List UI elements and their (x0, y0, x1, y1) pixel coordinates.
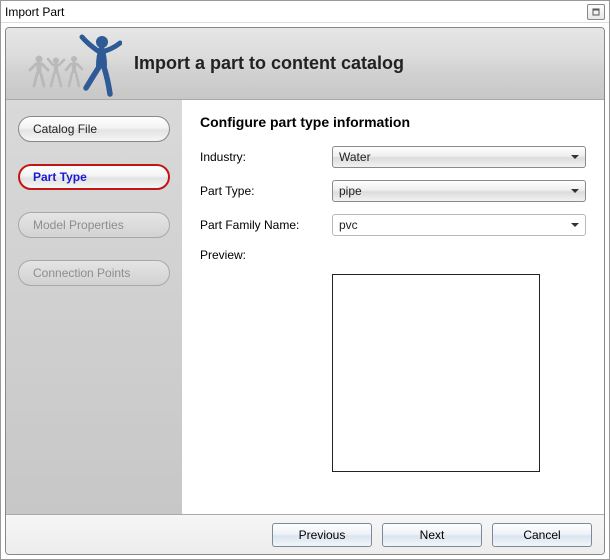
part-family-dropdown[interactable]: pvc (332, 214, 586, 236)
wizard-nav: Catalog File Part Type Model Properties … (6, 100, 182, 514)
import-part-window: Import Part (0, 0, 610, 560)
nav-step-label: Connection Points (33, 266, 130, 280)
part-type-dropdown[interactable]: pipe (332, 180, 586, 202)
main-panel: Configure part type information Industry… (182, 100, 604, 514)
industry-value: Water (339, 150, 567, 164)
content: Import a part to content catalog Catalog… (5, 27, 605, 555)
nav-step-model-properties: Model Properties (18, 212, 170, 238)
body: Catalog File Part Type Model Properties … (6, 100, 604, 514)
chevron-down-icon (571, 155, 579, 159)
chevron-down-icon (571, 223, 579, 227)
section-title: Configure part type information (200, 114, 586, 130)
chevron-down-icon (571, 189, 579, 193)
part-type-value: pipe (339, 184, 567, 198)
preview-area (332, 274, 540, 472)
nav-step-connection-points: Connection Points (18, 260, 170, 286)
header-illustration (18, 28, 126, 100)
button-label: Next (420, 528, 445, 542)
cancel-button[interactable]: Cancel (492, 523, 592, 547)
person-jumping-icon (74, 34, 122, 98)
window-title: Import Part (5, 5, 587, 19)
industry-label: Industry: (200, 150, 332, 164)
button-label: Previous (299, 528, 346, 542)
close-button[interactable] (587, 4, 605, 20)
person-icon (46, 56, 66, 88)
nav-step-part-type[interactable]: Part Type (18, 164, 170, 190)
nav-step-catalog-file[interactable]: Catalog File (18, 116, 170, 142)
previous-button[interactable]: Previous (272, 523, 372, 547)
row-part-family: Part Family Name: pvc (200, 214, 586, 236)
nav-step-label: Catalog File (33, 122, 97, 136)
titlebar: Import Part (1, 1, 609, 23)
header-title: Import a part to content catalog (126, 53, 592, 74)
footer: Previous Next Cancel (6, 514, 604, 554)
nav-step-label: Part Type (33, 170, 87, 184)
row-industry: Industry: Water (200, 146, 586, 168)
button-label: Cancel (523, 528, 560, 542)
row-preview: Preview: (200, 248, 586, 262)
close-icon (592, 8, 600, 16)
next-button[interactable]: Next (382, 523, 482, 547)
header: Import a part to content catalog (6, 28, 604, 100)
nav-step-label: Model Properties (33, 218, 124, 232)
part-family-value: pvc (339, 218, 567, 232)
row-part-type: Part Type: pipe (200, 180, 586, 202)
part-type-label: Part Type: (200, 184, 332, 198)
preview-label: Preview: (200, 248, 332, 262)
industry-dropdown[interactable]: Water (332, 146, 586, 168)
part-family-label: Part Family Name: (200, 218, 332, 232)
